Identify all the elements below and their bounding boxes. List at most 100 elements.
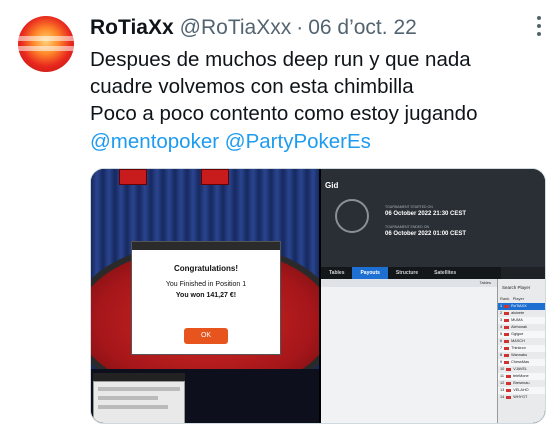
search-player[interactable]: Search Player [498, 279, 545, 295]
player-name: VELAHO [513, 388, 529, 392]
player-rank: 1 [500, 304, 503, 308]
player-name: MASCH [511, 339, 525, 343]
player-row[interactable]: 3 MUMA [498, 317, 545, 324]
flag-icon [504, 339, 510, 343]
display-name[interactable]: RoTiaXx [90, 16, 174, 40]
dialog-title: Congratulations! [174, 264, 238, 273]
tweet-header: RoTiaXx @RoTiaXxx · 06 d’oct. 22 [90, 14, 540, 42]
player-rank: 8 [500, 353, 503, 357]
flag-icon [504, 325, 510, 329]
chat-box [93, 381, 185, 423]
congratulations-dialog: Congratulations! You Finished in Positio… [131, 241, 281, 355]
user-handle[interactable]: @RoTiaXxx [180, 16, 292, 40]
player-header: Rank Player [498, 295, 545, 303]
player-rank: 2 [500, 311, 503, 315]
mention-link[interactable]: @PartyPokerEs [225, 130, 371, 153]
player-name: WHYGT [513, 395, 528, 399]
player-row[interactable]: 5 Ggigue [498, 331, 545, 338]
player-rank: 12 [500, 381, 505, 385]
player-name: Bresenau [513, 381, 530, 385]
player-row[interactable]: 13 VELAHO [498, 387, 545, 394]
player-row[interactable]: 1 RoTiAXX [498, 303, 545, 310]
avatar-stripe [18, 36, 74, 41]
player-row[interactable]: 8 Wannabu [498, 352, 545, 359]
avatar-stripe [18, 46, 74, 51]
started-value: 06 October 2022 21:30 CEST [385, 211, 467, 217]
clock-icon [335, 199, 369, 233]
dialog-titlebar [132, 242, 280, 250]
player-row[interactable]: 12 Bresenau [498, 380, 545, 387]
player-row[interactable]: 11 teleMone [498, 373, 545, 380]
player-panel: Search Player Rank Player 1 RoTiAXX 2 alsin… [497, 279, 545, 423]
player-rank: 7 [500, 346, 503, 350]
seat [201, 169, 229, 185]
flag-icon [504, 353, 510, 357]
more-options-icon[interactable] [536, 16, 542, 40]
flag-icon [506, 388, 512, 392]
col-rank: Rank [500, 296, 510, 301]
player-row[interactable]: 9 ChessMas [498, 359, 545, 366]
started-label: TOURNAMENT STARTED ON [385, 205, 433, 209]
dialog-position: You Finished in Position 1 [165, 281, 247, 288]
tweet-media[interactable]: Congratulations! You Finished in Positio… [90, 168, 546, 424]
tweet-line: Despues de muchos deep run y que nada [90, 48, 471, 71]
player-rank: 6 [500, 339, 503, 343]
seat [119, 169, 147, 185]
player-rank: 4 [500, 325, 503, 329]
player-row[interactable]: 7 Thinknor [498, 345, 545, 352]
player-name: alsinete [511, 311, 525, 315]
ok-button[interactable]: OK [184, 328, 228, 344]
player-row[interactable]: 6 MASCH [498, 338, 545, 345]
player-row[interactable]: 10 VJAVEL [498, 366, 545, 373]
tweet-line: cuadre volvemos con esta chimbilla [90, 75, 414, 98]
ended-value: 06 October 2022 01:00 CEST [385, 231, 467, 237]
player-rank: 13 [500, 388, 505, 392]
flag-icon [506, 381, 512, 385]
header-separator: · [296, 16, 304, 39]
tweet-mentions: @mentopoker @PartyPokerEs [90, 128, 371, 155]
player-name: MUMA [511, 318, 523, 322]
player-rank: 5 [500, 332, 503, 336]
player-row[interactable]: 2 alsinete [498, 310, 545, 317]
flag-icon [504, 360, 510, 364]
player-name: Thinknor [511, 346, 526, 350]
player-name: Ggigue [511, 332, 524, 336]
player-rows: 1 RoTiAXX 2 alsinete 3 MUMA 4 Alehonak 5 Ggigue 6 M… [498, 303, 545, 401]
flag-icon [504, 311, 510, 315]
tweet-line: Poco a poco contento como estoy jugando [90, 102, 478, 125]
player-name: Wannabu [511, 353, 528, 357]
chat-line [98, 405, 168, 409]
player-rank: 14 [500, 395, 505, 399]
player-name: Alehonak [511, 325, 527, 329]
player-row[interactable]: 14 WHYGT [498, 394, 545, 401]
flag-icon [504, 346, 510, 350]
tweet-text: Despues de muchos deep run y que nada cu… [90, 46, 550, 127]
tab-tables[interactable]: Tables [321, 267, 352, 279]
chat-line [98, 387, 180, 391]
media-image-table[interactable]: Congratulations! You Finished in Positio… [91, 169, 319, 423]
player-row[interactable]: 4 Alehonak [498, 324, 545, 331]
flag-icon [505, 374, 511, 378]
player-name: teleMone [512, 374, 529, 378]
chat-bar: ▢ ✕ [93, 373, 185, 388]
flag-icon [504, 332, 510, 336]
player-rank: 10 [500, 367, 505, 371]
flag-icon [506, 395, 512, 399]
ended-label: TOURNAMENT ENDED ON [385, 225, 430, 229]
tweet-date[interactable]: 06 d’oct. 22 [308, 16, 417, 40]
tab-structure[interactable]: Structure [388, 267, 426, 279]
chat-line [98, 396, 158, 400]
player-name: VJAVEL [513, 367, 528, 371]
flag-icon [504, 318, 510, 322]
flag-icon [506, 367, 512, 371]
player-rank: 3 [500, 318, 503, 322]
lobby-tabs: Tables Payouts Structure Satellites [321, 267, 501, 279]
tab-satellites[interactable]: Satellites [426, 267, 464, 279]
mention-link[interactable]: @mentopoker [90, 130, 219, 153]
tab-payouts[interactable]: Payouts [352, 267, 388, 279]
list-header: Tables [321, 279, 497, 287]
avatar[interactable] [18, 16, 74, 72]
media-image-lobby[interactable]: Gid TOURNAMENT STARTED ON 06 October 202… [321, 169, 545, 423]
lobby-title: Gid [325, 181, 339, 190]
player-rank: 9 [500, 360, 503, 364]
